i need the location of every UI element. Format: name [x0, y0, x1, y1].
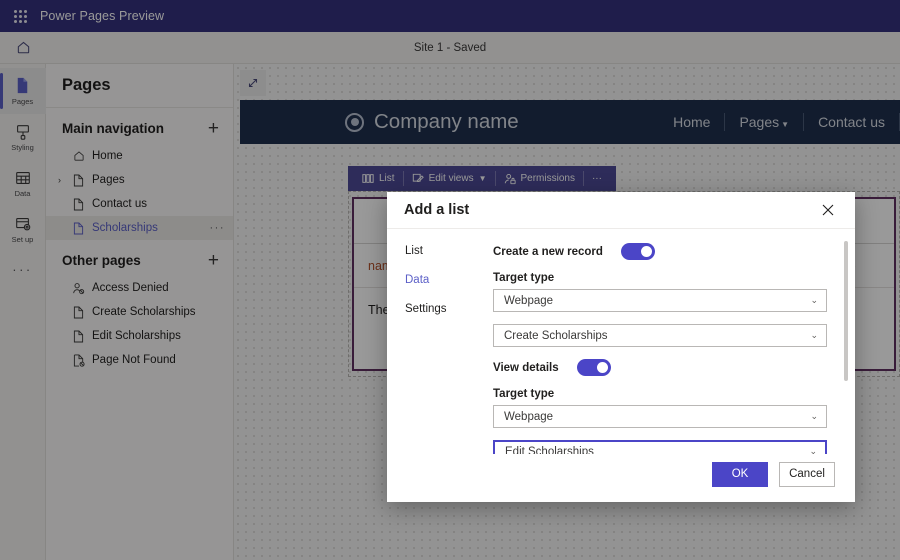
chevron-down-icon: ⌄ [810, 295, 818, 305]
dialog-scrollbar[interactable] [844, 241, 848, 381]
create-page-value: Create Scholarships [504, 329, 608, 342]
dialog-body: List Data Settings Create a new record T… [387, 229, 855, 454]
dialog-tab-settings[interactable]: Settings [405, 303, 475, 315]
view-details-row: View details [493, 359, 827, 376]
create-target-type-label: Target type [493, 272, 555, 284]
create-target-type-value: Webpage [504, 294, 554, 307]
view-page-value: Edit Scholarships [505, 445, 594, 455]
create-target-type-select[interactable]: Webpage ⌄ [493, 289, 827, 312]
chevron-down-icon: ⌄ [810, 411, 818, 421]
dialog-title: Add a list [404, 202, 470, 218]
close-icon[interactable] [815, 197, 841, 223]
view-details-label: View details [493, 361, 559, 374]
view-target-type-select[interactable]: Webpage ⌄ [493, 405, 827, 428]
chevron-down-icon: ⌄ [809, 446, 817, 454]
view-details-toggle[interactable] [576, 359, 611, 376]
dialog-form: Create a new record Target type Webpage … [475, 229, 855, 454]
dialog-nav: List Data Settings [387, 229, 475, 454]
ok-button[interactable]: OK [712, 461, 768, 487]
dialog-header: Add a list [387, 192, 855, 229]
view-target-type-label: Target type [493, 388, 555, 400]
create-new-record-toggle[interactable] [620, 243, 655, 260]
dialog-tab-list[interactable]: List [405, 245, 475, 257]
dialog-footer: OK Cancel [387, 454, 855, 502]
add-a-list-dialog: Add a list List Data Settings Create a n… [387, 192, 855, 502]
cancel-button[interactable]: Cancel [779, 461, 835, 487]
view-page-select[interactable]: Edit Scholarships ⌄ [493, 440, 827, 454]
screen-root: Power Pages Preview Site 1 - Saved Pages… [0, 0, 900, 560]
view-target-type-value: Webpage [504, 410, 554, 423]
create-new-record-label: Create a new record [493, 245, 603, 258]
create-page-select[interactable]: Create Scholarships ⌄ [493, 324, 827, 347]
dialog-tab-data[interactable]: Data [405, 274, 475, 286]
create-new-record-row: Create a new record [493, 243, 827, 260]
chevron-down-icon: ⌄ [810, 330, 818, 340]
